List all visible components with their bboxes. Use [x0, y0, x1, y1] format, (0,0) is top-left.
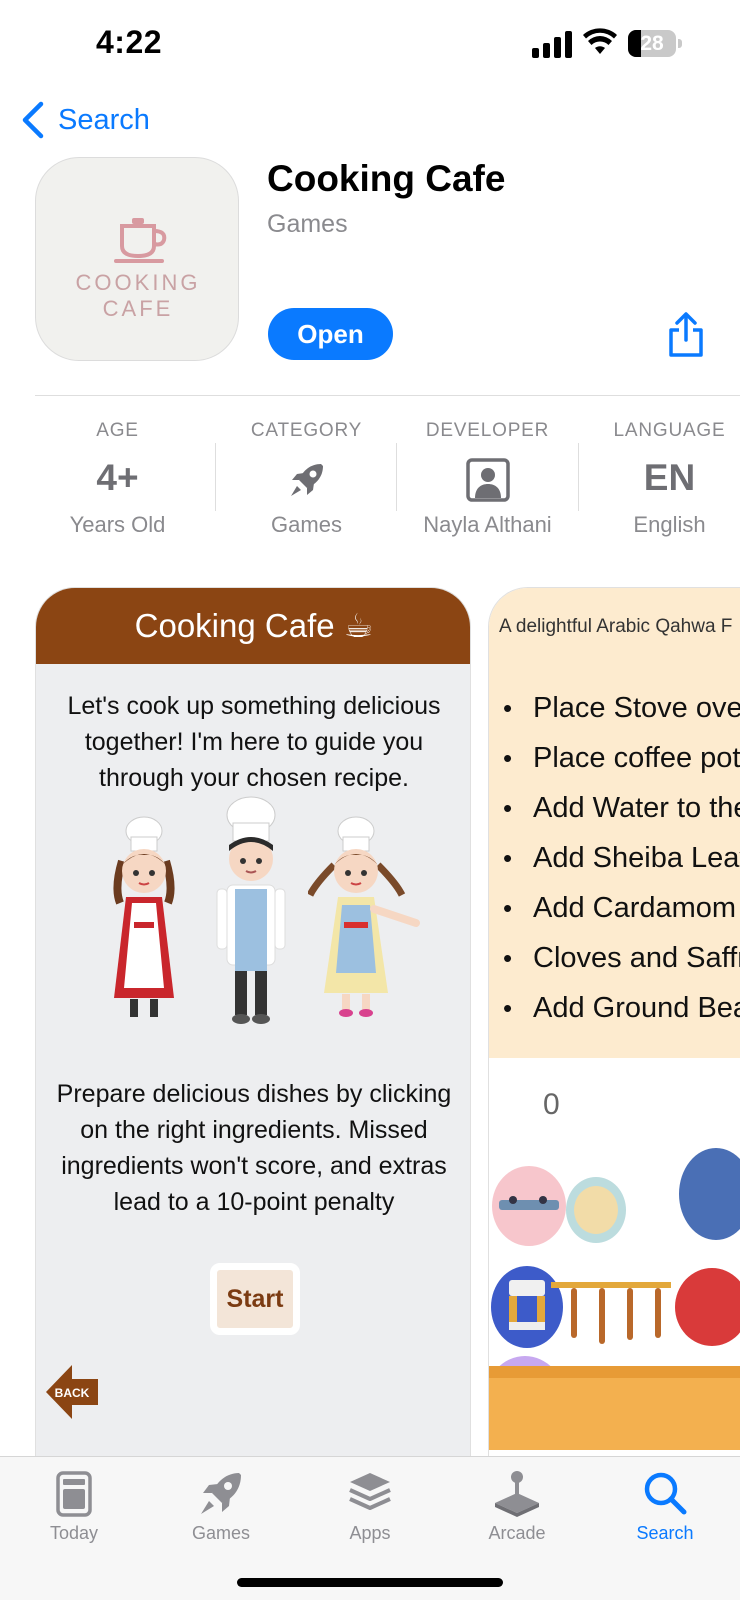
- status-time: 4:22: [96, 24, 163, 60]
- chef-boy-illustration: [216, 796, 286, 1024]
- status-bar: 4:22 28: [0, 0, 740, 88]
- info-row: AGE 4+ Years Old CATEGORY Games DEVELOPE…: [0, 410, 740, 550]
- info-developer-sub: Nayla Althani: [423, 512, 552, 537]
- battery-icon: 28: [628, 30, 682, 57]
- battery-percent: 28: [640, 32, 664, 55]
- game-title: Cooking Cafe ☕: [134, 607, 374, 644]
- info-age-value: 4+: [96, 457, 139, 498]
- coffee-machine-icon: [509, 1280, 545, 1330]
- recipe-step: Place coffee pot: [503, 733, 740, 783]
- game-score: 0: [543, 1088, 560, 1121]
- recipe-panel: A delightful Arabic Qahwa F Place Stove …: [489, 588, 740, 1058]
- info-category[interactable]: CATEGORY Games: [216, 410, 397, 540]
- game-back-arrow-icon: BACK: [46, 1365, 98, 1419]
- arcade-joystick-icon: [495, 1471, 539, 1517]
- info-category-label: CATEGORY: [250, 420, 363, 441]
- milk-jug-ingredient-icon: [675, 1268, 740, 1346]
- game-rules-text: Prepare delicious dishes by clicking on …: [56, 1080, 452, 1216]
- person-icon: [465, 458, 510, 502]
- rocket-icon: [290, 464, 323, 497]
- recipe-caption: A delightful Arabic Qahwa F: [499, 616, 733, 637]
- open-button[interactable]: Open: [268, 308, 393, 360]
- recipe-step: Place Stove over: [503, 683, 740, 733]
- tab-search-label: Search: [636, 1523, 694, 1543]
- app-category[interactable]: Games: [267, 210, 348, 239]
- rocket-icon: [201, 1473, 241, 1514]
- tab-today-label: Today: [49, 1523, 99, 1543]
- info-language-sub: English: [633, 512, 706, 537]
- info-category-sub: Games: [271, 512, 342, 537]
- teapot-logo-icon: [114, 218, 167, 263]
- info-language-label: LANGUAGE: [613, 420, 726, 441]
- tab-games-label: Games: [191, 1523, 251, 1543]
- header-divider: [35, 395, 740, 396]
- back-label: Search: [58, 103, 150, 136]
- tab-apps-label: Apps: [349, 1523, 391, 1543]
- chef-girl-yellow-illustration: [308, 816, 420, 1017]
- share-icon[interactable]: [666, 312, 706, 358]
- apps-stack-icon: [349, 1473, 391, 1510]
- game-back-label: BACK: [55, 1386, 90, 1400]
- info-age-sub: Years Old: [69, 512, 166, 537]
- today-icon: [56, 1471, 92, 1517]
- game-header-bar: Cooking Cafe ☕: [36, 588, 470, 664]
- app-title: Cooking Cafe: [267, 158, 506, 199]
- home-indicator[interactable]: [237, 1578, 503, 1587]
- search-icon: [644, 1472, 687, 1515]
- game-intro-text: Let's cook up something delicious togeth…: [67, 692, 441, 792]
- jar-ingredient-icon: [679, 1148, 740, 1240]
- recipe-step: Add Ground Bea: [503, 983, 740, 1033]
- game-start-button: Start: [210, 1263, 300, 1335]
- back-to-search-button[interactable]: Search: [20, 98, 150, 142]
- utensils-rack-icon: [551, 1282, 671, 1344]
- tab-apps[interactable]: Apps: [310, 1467, 430, 1544]
- info-developer[interactable]: DEVELOPER Nayla Althani: [397, 410, 578, 540]
- tab-arcade-label: Arcade: [488, 1523, 546, 1543]
- stove-icon: [499, 1196, 559, 1210]
- chevron-left-icon: [22, 101, 44, 139]
- tab-today[interactable]: Today: [14, 1467, 134, 1544]
- screenshot-2[interactable]: A delightful Arabic Qahwa F Place Stove …: [488, 587, 740, 1467]
- chef-girl-red-illustration: [113, 816, 175, 1017]
- recipe-step: Add Sheiba Leav: [503, 833, 740, 883]
- info-language[interactable]: LANGUAGE EN English: [579, 410, 740, 540]
- recipe-steps: Place Stove over Place coffee pot Add Wa…: [503, 683, 740, 1033]
- tab-games[interactable]: Games: [161, 1467, 281, 1544]
- info-developer-label: DEVELOPER: [425, 420, 550, 441]
- info-language-value: EN: [643, 457, 696, 498]
- plate-icon: [566, 1177, 626, 1243]
- screenshot-1[interactable]: Cooking Cafe ☕ Let's cook up something d…: [35, 587, 471, 1467]
- tab-search[interactable]: Search: [605, 1467, 725, 1544]
- app-icon: COOKING CAFE: [35, 157, 239, 361]
- info-age[interactable]: AGE 4+ Years Old: [27, 410, 208, 540]
- recipe-step: Cloves and Saffr: [503, 933, 740, 983]
- recipe-step: Add Water to the: [503, 783, 740, 833]
- counter: [489, 1378, 740, 1450]
- wifi-icon: [583, 28, 617, 54]
- recipe-step: Add Cardamom: [503, 883, 740, 933]
- cellular-signal-icon: [532, 31, 572, 58]
- info-age-label: AGE: [96, 420, 139, 441]
- app-icon-wordmark: COOKING CAFE: [75, 270, 201, 321]
- tab-arcade[interactable]: Arcade: [457, 1467, 577, 1544]
